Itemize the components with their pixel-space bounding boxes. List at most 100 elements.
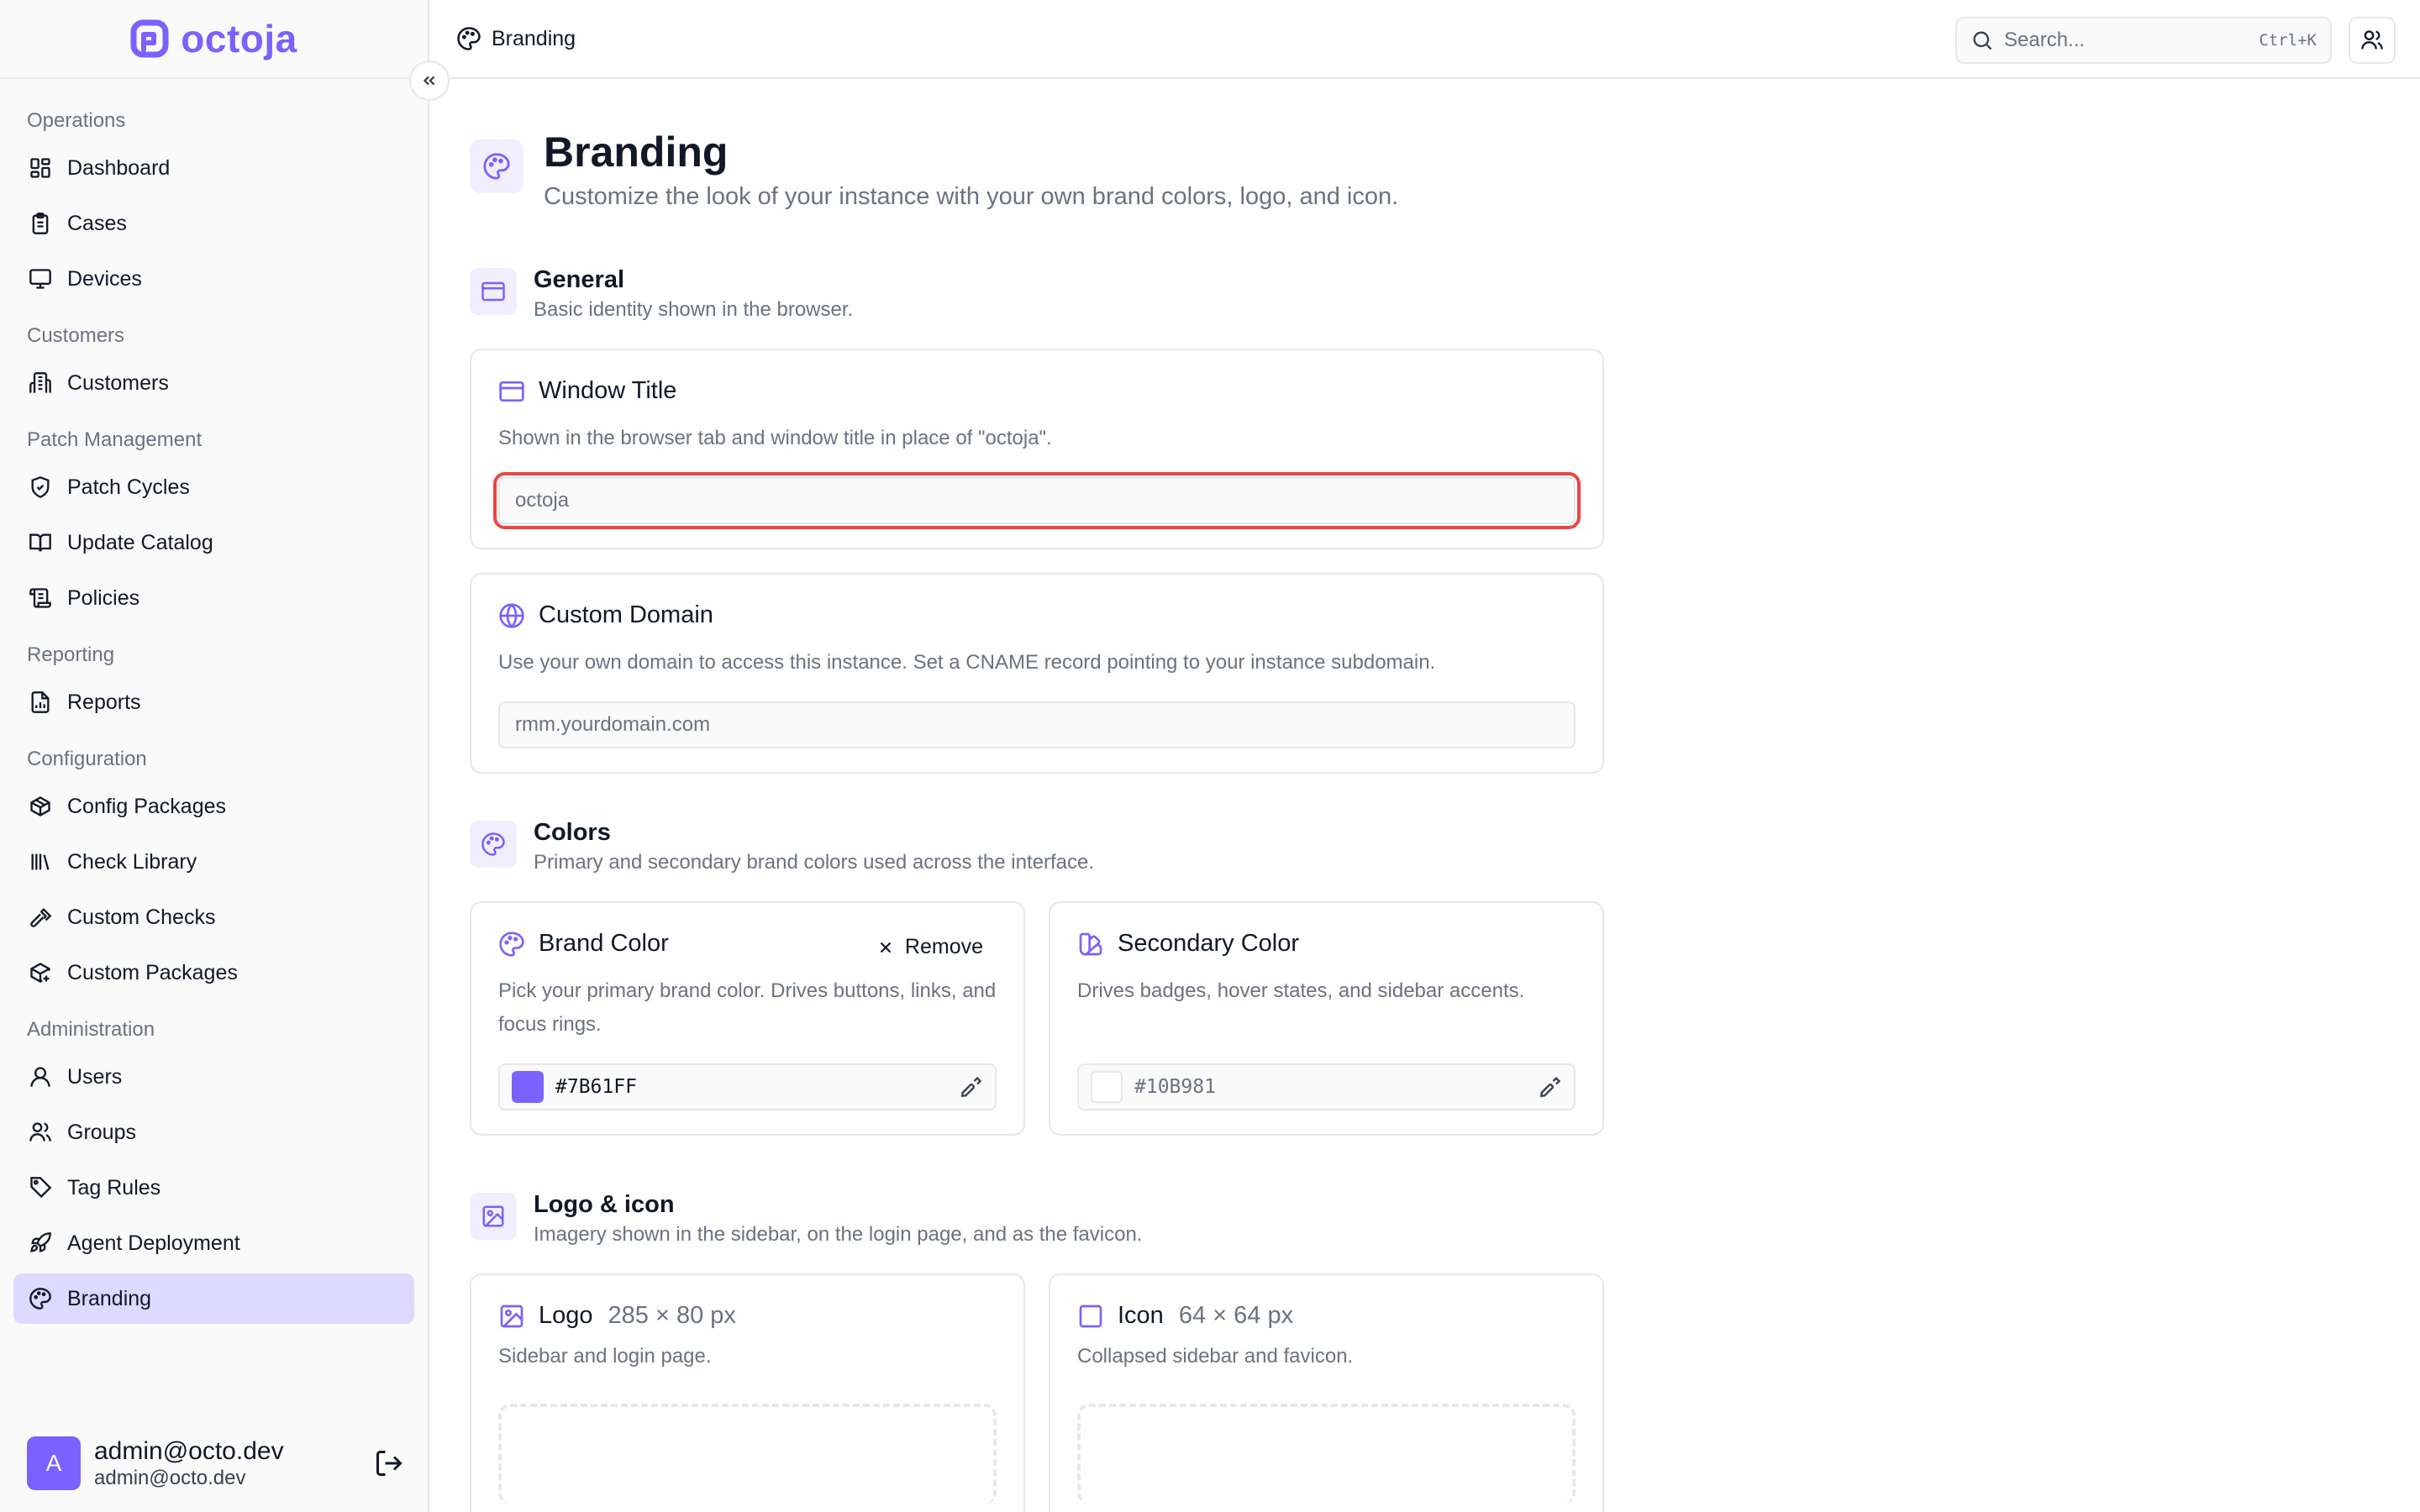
globe-icon <box>499 602 524 628</box>
collapse-sidebar-button[interactable] <box>409 60 450 101</box>
section-subtitle: Imagery shown in the sidebar, on the log… <box>534 1223 1143 1246</box>
section-header: Colors Primary and secondary brand color… <box>470 817 1604 874</box>
nav-group-label: Customers <box>27 324 125 347</box>
sidebar-item-label: Agent Deployment <box>67 1231 240 1255</box>
image-icon <box>500 1305 523 1327</box>
sidebar-item-policies[interactable]: Policies <box>13 573 414 623</box>
sidebar-item-tag-rules[interactable]: Tag Rules <box>13 1163 414 1213</box>
scroll-icon <box>27 585 54 612</box>
color-swatch[interactable] <box>512 1071 544 1103</box>
logo-card: Logo 285 × 80 px Sidebar and login page. <box>470 1273 1025 1512</box>
nav-group-reporting: Reporting Reports <box>13 633 414 727</box>
sidebar-item-devices[interactable]: Devices <box>13 254 414 304</box>
clipboard-icon <box>27 210 54 237</box>
avatar: A <box>27 1436 81 1490</box>
section-general: General Basic identity shown in the brow… <box>470 265 1604 774</box>
eyedropper-icon[interactable] <box>1539 1075 1562 1099</box>
section-header: Logo & icon Imagery shown in the sidebar… <box>470 1189 1604 1247</box>
rocket-icon <box>27 1230 54 1257</box>
tag-icon <box>27 1174 54 1201</box>
sidebar-nav: Operations Dashboard Cases Devices Custo… <box>0 79 428 1324</box>
card-description: Sidebar and login page. <box>498 1345 712 1368</box>
square-icon <box>1079 1305 1102 1327</box>
app-logo[interactable]: octoja <box>0 0 428 79</box>
remove-brand-color-button[interactable]: Remove <box>876 935 983 959</box>
sidebar-item-users[interactable]: Users <box>13 1052 414 1102</box>
sidebar-item-update-catalog[interactable]: Update Catalog <box>13 517 414 568</box>
sidebar-item-patch-cycles[interactable]: Patch Cycles <box>13 462 414 512</box>
current-user[interactable]: A admin@octo.dev admin@octo.dev <box>13 1426 414 1500</box>
sidebar-item-label: Devices <box>67 266 142 291</box>
nav-group-label: Reporting <box>27 643 115 666</box>
page-icon <box>470 139 523 193</box>
sidebar-item-config-packages[interactable]: Config Packages <box>13 781 414 832</box>
logout-icon[interactable] <box>374 1448 404 1478</box>
card-title-label: Secondary Color <box>1118 930 1299 957</box>
search-input[interactable]: Search... Ctrl+K <box>1955 17 2332 64</box>
palette-icon <box>499 931 524 957</box>
page-subtitle: Customize the look of your instance with… <box>544 183 1399 210</box>
eyedropper-icon[interactable] <box>960 1075 983 1099</box>
user-meta: admin@octo.dev admin@octo.dev <box>94 1436 374 1490</box>
window-title-card: Window Title Shown in the browser tab an… <box>470 349 1604 549</box>
section-title: Colors <box>534 819 611 846</box>
hammer-icon <box>27 904 54 931</box>
chevrons-left-icon <box>423 76 435 86</box>
custom-domain-input[interactable]: rmm.yourdomain.com <box>498 701 1576 748</box>
palette-icon <box>457 27 481 50</box>
sidebar-item-check-library[interactable]: Check Library <box>13 837 414 887</box>
brand-color-value: #7B61FF <box>555 1076 637 1098</box>
section-title: General <box>534 266 624 293</box>
sidebar-item-groups[interactable]: Groups <box>13 1107 414 1158</box>
sidebar-item-dashboard[interactable]: Dashboard <box>13 143 414 193</box>
section-subtitle: Basic identity shown in the browser. <box>534 298 854 321</box>
section-header: General Basic identity shown in the brow… <box>470 265 1604 322</box>
sidebar-item-label: Patch Cycles <box>67 475 190 499</box>
sidebar-item-custom-checks[interactable]: Custom Checks <box>13 892 414 942</box>
card-title: Window Title <box>498 377 1576 405</box>
icon-card: Icon 64 × 64 px Collapsed sidebar and fa… <box>1049 1273 1604 1512</box>
brand-color-card: Brand Color Remove Pick your primary bra… <box>470 901 1025 1136</box>
sidebar-item-agent-deployment[interactable]: Agent Deployment <box>13 1218 414 1268</box>
sidebar-item-label: Update Catalog <box>67 530 213 554</box>
nav-group-customers: Customers Customers <box>13 314 414 408</box>
search-icon <box>1973 31 1992 50</box>
input-placeholder: octoja <box>515 489 570 512</box>
sidebar-item-label: Cases <box>67 211 127 235</box>
topbar: Branding Search... Ctrl+K <box>429 0 2420 79</box>
brand-color-input[interactable]: #7B61FF <box>498 1063 997 1110</box>
card-title: Custom Domain <box>498 601 1576 629</box>
window-title-input[interactable]: octoja <box>493 472 1581 529</box>
sidebar-item-branding[interactable]: Branding <box>13 1273 414 1324</box>
sidebar-item-label: Customers <box>67 370 169 395</box>
user-menu-button[interactable] <box>2349 17 2396 64</box>
card-title: Logo 285 × 80 px <box>498 1302 997 1330</box>
icon-upload-dropzone[interactable] <box>1077 1404 1576 1504</box>
sidebar-item-customers[interactable]: Customers <box>13 358 414 408</box>
section-colors: Colors Primary and secondary brand color… <box>470 817 1604 1159</box>
section-subtitle: Primary and secondary brand colors used … <box>534 851 1094 874</box>
logo-upload-dropzone[interactable] <box>498 1404 997 1504</box>
nav-group-configuration: Configuration Config Packages Check Libr… <box>13 738 414 998</box>
user-email: admin@octo.dev <box>94 1467 246 1489</box>
color-swatch-empty[interactable] <box>1091 1071 1123 1103</box>
sidebar-item-label: Custom Checks <box>67 905 216 929</box>
package-icon <box>27 793 54 820</box>
sidebar: octoja Operations Dashboard Cases Device… <box>0 0 429 1512</box>
sidebar-item-label: Tag Rules <box>67 1175 161 1200</box>
secondary-color-placeholder: #10B981 <box>1134 1076 1216 1098</box>
sidebar-item-custom-packages[interactable]: Custom Packages <box>13 948 414 998</box>
main-area: Branding Search... Ctrl+K Branding Custo… <box>429 0 2420 1512</box>
section-title: Logo & icon <box>534 1191 675 1218</box>
card-title-label: Logo <box>539 1302 593 1329</box>
card-title: Icon 64 × 64 px <box>1077 1302 1576 1330</box>
section-icon <box>470 268 517 315</box>
nav-group-label: Administration <box>27 1018 155 1041</box>
secondary-color-card: Secondary Color Drives badges, hover sta… <box>1049 901 1604 1136</box>
sidebar-item-cases[interactable]: Cases <box>13 198 414 249</box>
card-description: Collapsed sidebar and favicon. <box>1077 1345 1354 1368</box>
sidebar-item-label: Reports <box>67 690 141 714</box>
secondary-color-input[interactable]: #10B981 <box>1077 1063 1576 1110</box>
nav-group-label: Configuration <box>27 748 147 770</box>
sidebar-item-reports[interactable]: Reports <box>13 677 414 727</box>
